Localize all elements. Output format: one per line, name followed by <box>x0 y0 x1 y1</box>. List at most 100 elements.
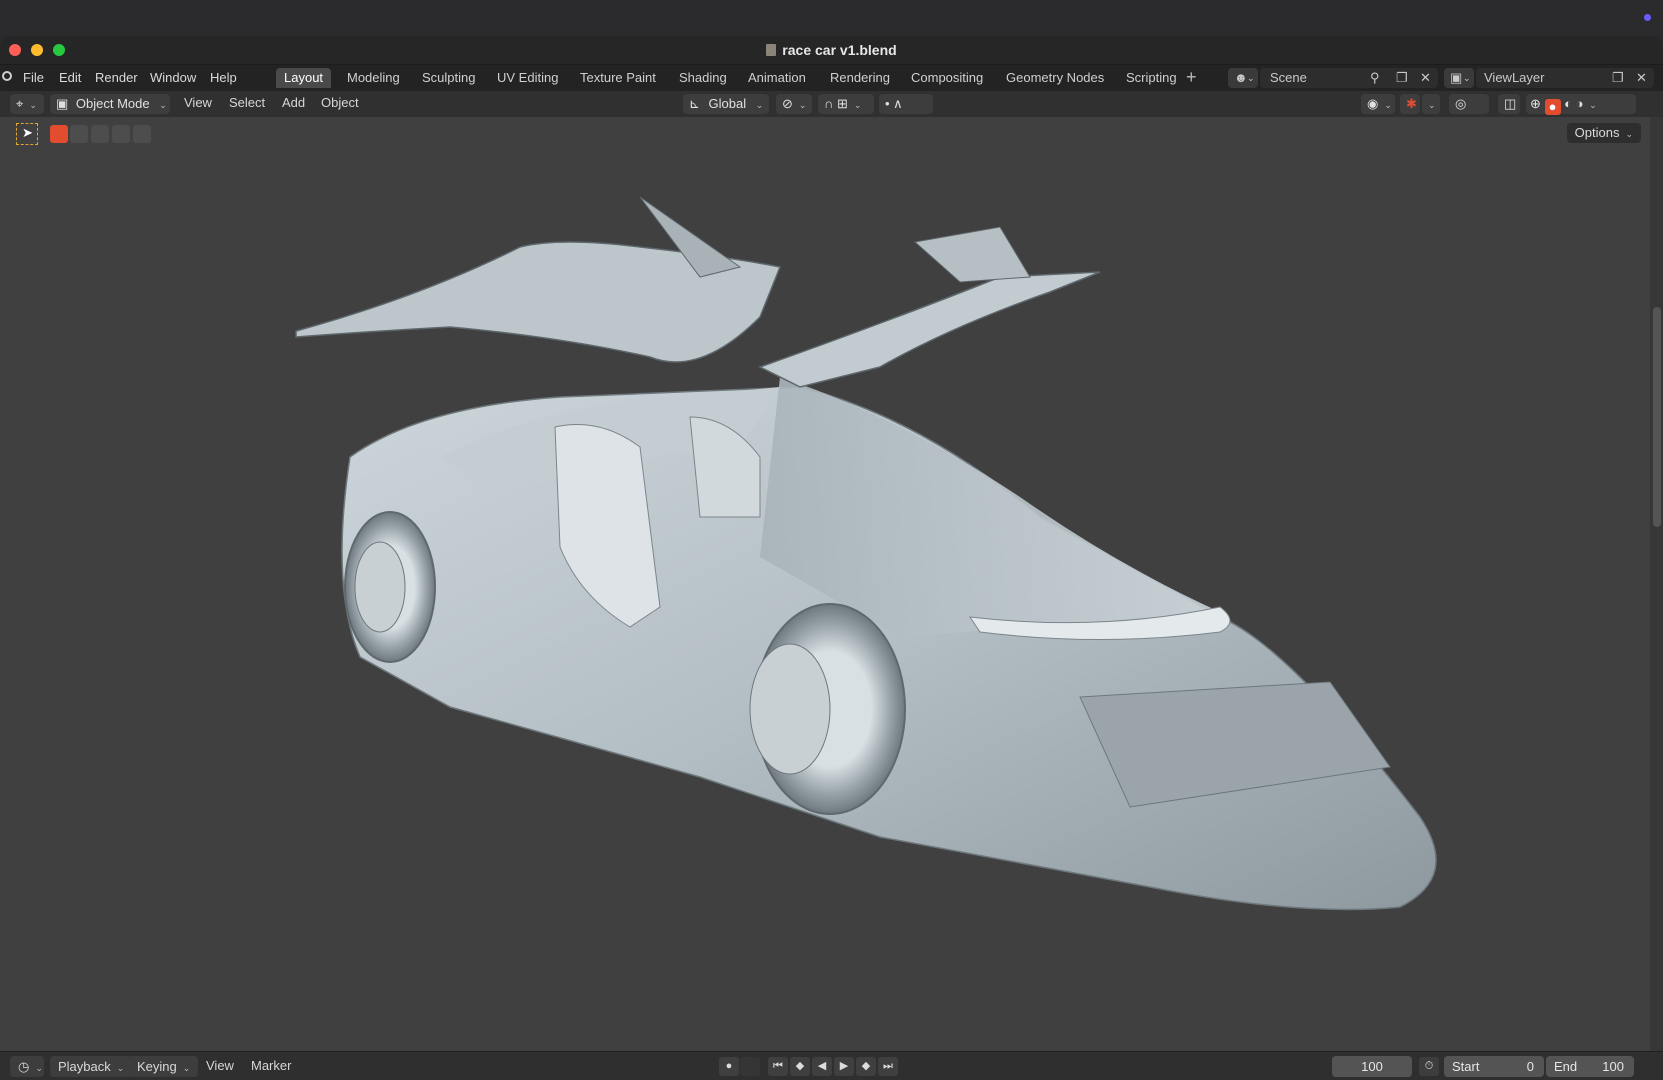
menu-window[interactable]: Window <box>150 70 196 85</box>
end-frame-field[interactable]: End 100 <box>1546 1056 1634 1077</box>
chevron-down-icon: ⌄ <box>1384 100 1392 110</box>
delete-scene-icon[interactable]: ✕ <box>1420 68 1431 88</box>
3d-viewport[interactable]: ➤ Options ⌄ <box>0 117 1650 1075</box>
chevron-down-icon: ⌄ <box>182 1063 191 1073</box>
title-bar: race car v1.blend <box>0 36 1663 65</box>
select-mode-subtract-button[interactable] <box>91 125 109 143</box>
start-frame-field[interactable]: Start 0 <box>1444 1056 1544 1077</box>
record-options-button[interactable] <box>740 1057 760 1076</box>
shading-mode-group: ⊕ ● ◐ ◑ ⌄ <box>1526 94 1636 115</box>
menu-file[interactable]: File <box>23 70 44 85</box>
playback-menu[interactable]: Playback ⌄ <box>50 1056 133 1077</box>
record-button[interactable]: ● <box>719 1057 739 1076</box>
object-mode-icon: ▣ <box>56 96 69 111</box>
tab-uv-editing[interactable]: UV Editing <box>489 68 566 88</box>
chevron-down-icon[interactable]: ⌄ <box>1589 100 1597 110</box>
prev-keyframe-button[interactable]: ◆ <box>790 1057 810 1076</box>
jump-start-button[interactable]: ⏮ <box>768 1057 788 1076</box>
keying-label: Keying <box>137 1059 177 1074</box>
tab-texture-paint[interactable]: Texture Paint <box>572 68 664 88</box>
preview-range-toggle[interactable]: ⏱ <box>1419 1057 1439 1076</box>
transform-orientation-selector[interactable]: ⊾ Global ⌄ <box>683 94 769 114</box>
view-layer-field[interactable]: ViewLayer ❐ ✕ <box>1476 68 1654 88</box>
viewport-scrollbar[interactable] <box>1653 307 1661 527</box>
window-title: race car v1.blend <box>0 42 1663 58</box>
mode-selector[interactable]: ▣ Object Mode ⌄ <box>50 94 170 114</box>
chevron-down-icon: ⌄ <box>159 100 167 110</box>
jump-start-icon: ⏮ <box>773 1060 783 1072</box>
new-view-layer-icon[interactable]: ❐ <box>1612 68 1624 88</box>
editor-type-icon: ⌖ <box>16 96 24 111</box>
menu-select[interactable]: Select <box>229 95 265 110</box>
chevron-down-icon: ⌄ <box>1463 73 1471 83</box>
jump-end-button[interactable]: ⏭ <box>878 1057 898 1076</box>
tab-compositing[interactable]: Compositing <box>903 68 991 88</box>
chevron-down-icon: ⌄ <box>35 1063 43 1073</box>
timeline-menu-view[interactable]: View <box>206 1058 234 1073</box>
snapping-button[interactable]: ∩ ⊞ ⌄ <box>818 94 874 114</box>
select-mode-intersect-button[interactable] <box>133 125 151 143</box>
solid-shading-icon[interactable]: ● <box>1544 99 1561 115</box>
tab-animation[interactable]: Animation <box>740 68 814 88</box>
wireframe-shading-icon[interactable]: ⊕ <box>1530 96 1541 111</box>
proportional-editing-button[interactable]: • ∧ <box>879 94 933 114</box>
menu-add[interactable]: Add <box>282 95 305 110</box>
chevron-down-icon: ⌄ <box>116 1063 125 1073</box>
material-shading-icon[interactable]: ◐ <box>1564 96 1572 111</box>
scene-field[interactable]: Scene ⚲ ❐ ✕ <box>1260 68 1438 88</box>
select-mode-invert-button[interactable] <box>112 125 130 143</box>
options-dropdown[interactable]: Options ⌄ <box>1566 123 1641 143</box>
scene-selector-button[interactable]: ☻ ⌄ <box>1228 68 1258 88</box>
menu-render[interactable]: Render <box>95 70 138 85</box>
visibility-button[interactable]: ◉ ⌄ <box>1361 94 1395 114</box>
end-frame-label: End <box>1554 1059 1578 1074</box>
race-car-model <box>295 196 1437 911</box>
tab-modeling[interactable]: Modeling <box>339 68 408 88</box>
gizmo-dropdown[interactable]: ⌄ <box>1422 94 1440 114</box>
start-frame-value: 0 <box>1526 1059 1534 1074</box>
timeline-menu-marker[interactable]: Marker <box>251 1058 291 1073</box>
document-icon <box>766 44 777 56</box>
chevron-down-icon: ⌄ <box>1428 100 1436 110</box>
next-keyframe-button[interactable]: ◆ <box>856 1057 876 1076</box>
add-workspace-icon[interactable]: + <box>1186 67 1197 88</box>
menu-help[interactable]: Help <box>210 70 237 85</box>
gizmo-icon: ✱ <box>1406 96 1417 111</box>
xray-toggle[interactable]: ◫ <box>1498 94 1520 114</box>
timeline-editor-type-button[interactable]: ◷ ⌄ <box>10 1056 44 1077</box>
play-button[interactable]: ▶ <box>834 1057 854 1076</box>
overlays-icon: ◎ <box>1455 96 1467 111</box>
proportional-icon: • ∧ <box>885 96 903 111</box>
xray-icon: ◫ <box>1504 96 1517 111</box>
right-edge-strip <box>1650 117 1663 1075</box>
select-mode-extend-button[interactable] <box>70 125 88 143</box>
rendered-shading-icon[interactable]: ◑ <box>1576 96 1584 111</box>
pivot-point-button[interactable]: ⊘ ⌄ <box>776 94 812 114</box>
pin-icon[interactable]: ⚲ <box>1370 68 1380 88</box>
chevron-down-icon: ⌄ <box>798 100 807 110</box>
play-reverse-button[interactable]: ◀ <box>812 1057 832 1076</box>
view-layer-selector-button[interactable]: ▣ ⌄ <box>1444 68 1474 88</box>
timeline-header: ◷ ⌄ Playback ⌄ Keying ⌄ View Marker ● ⏮ ◆ ◀… <box>0 1051 1663 1080</box>
delete-view-layer-icon[interactable]: ✕ <box>1636 68 1647 88</box>
select-box-tool[interactable]: ➤ <box>16 123 38 145</box>
tab-layout[interactable]: Layout <box>276 68 332 88</box>
blender-logo-icon[interactable] <box>2 71 12 81</box>
overlays-button[interactable]: ◎ <box>1449 94 1489 114</box>
tab-shading[interactable]: Shading <box>671 68 735 88</box>
gizmo-toggle[interactable]: ✱ <box>1400 94 1420 114</box>
editor-type-button[interactable]: ⌖ ⌄ <box>10 94 44 114</box>
keying-menu[interactable]: Keying ⌄ <box>129 1056 199 1077</box>
tab-scripting[interactable]: Scripting <box>1118 68 1185 88</box>
orientation-label: Global <box>708 96 747 111</box>
select-mode-new-button[interactable] <box>50 125 68 143</box>
new-scene-icon[interactable]: ❐ <box>1396 68 1408 88</box>
tab-rendering[interactable]: Rendering <box>822 68 898 88</box>
menu-object[interactable]: Object <box>321 95 359 110</box>
menu-edit[interactable]: Edit <box>59 70 81 85</box>
menu-view[interactable]: View <box>184 95 212 110</box>
viewport-header: ⌖ ⌄ ▣ Object Mode ⌄ View Select Add Objec… <box>0 91 1663 117</box>
current-frame-field[interactable]: 100 <box>1332 1056 1412 1077</box>
tab-geometry-nodes[interactable]: Geometry Nodes <box>998 68 1112 88</box>
tab-sculpting[interactable]: Sculpting <box>414 68 483 88</box>
